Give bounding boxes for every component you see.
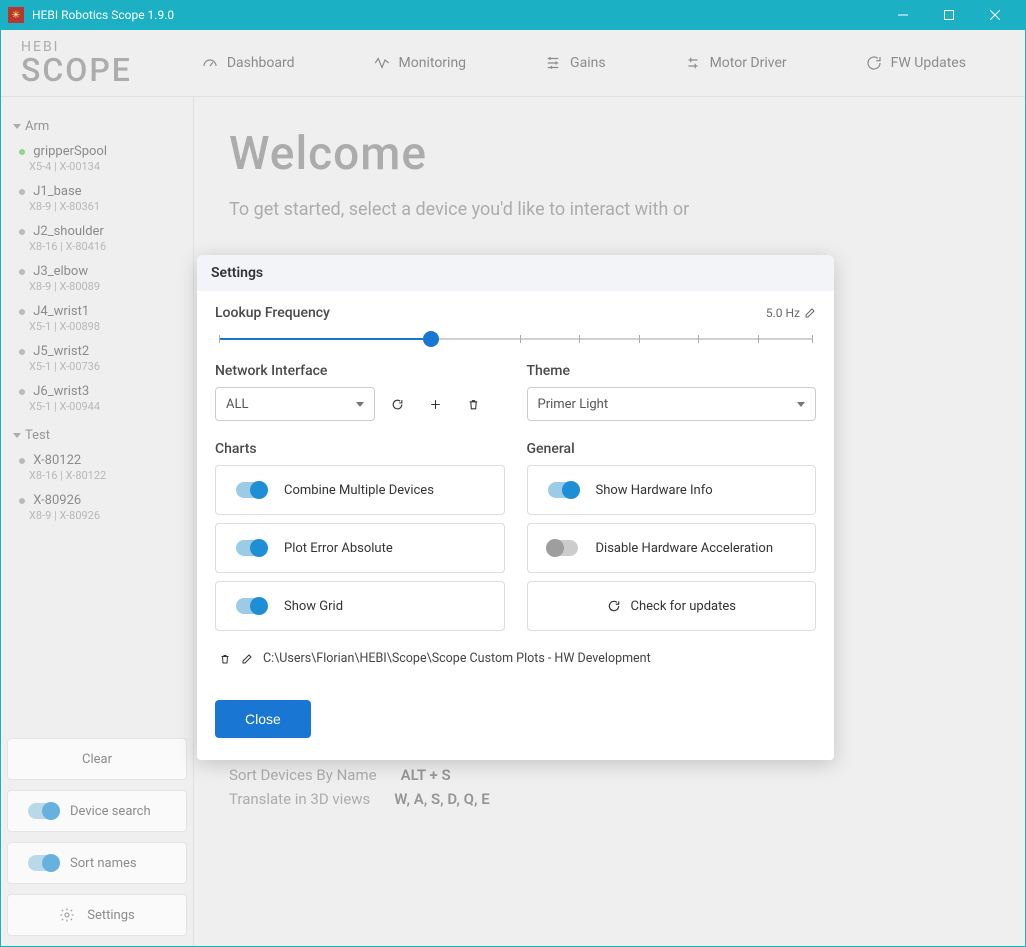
group-test[interactable]: Test: [13, 428, 183, 443]
nav-dashboard[interactable]: Dashboard: [201, 54, 295, 72]
device-item[interactable]: X-80926 X8-9 | X-80926: [19, 489, 183, 529]
refresh-icon: [865, 54, 883, 72]
delete-interface-button[interactable]: [457, 388, 489, 420]
show-grid-toggle[interactable]: Show Grid: [215, 581, 505, 631]
trash-icon[interactable]: [219, 653, 231, 665]
window-title: HEBI Robotics Scope 1.9.0: [32, 8, 880, 22]
lookup-frequency-value: 5.0 Hz: [766, 306, 800, 320]
device-item[interactable]: gripperSpool X5-4 | X-00134: [19, 140, 183, 180]
app-header: HEBI SCOPE Dashboard Monitoring Gains Mo…: [1, 30, 1025, 97]
theme-select[interactable]: Primer Light: [527, 387, 817, 421]
plot-error-absolute-toggle[interactable]: Plot Error Absolute: [215, 523, 505, 573]
device-item[interactable]: X-80122 X8-16 | X-80122: [19, 449, 183, 489]
lookup-frequency-slider[interactable]: [215, 329, 816, 349]
toggle-icon: [28, 855, 58, 871]
device-item[interactable]: J1_base X8-9 | X-80361: [19, 180, 183, 220]
lookup-frequency-section: Lookup Frequency 5.0 Hz: [215, 305, 816, 349]
device-item[interactable]: J2_shoulder X8-16 | X-80416: [19, 220, 183, 260]
sort-names-toggle[interactable]: Sort names: [7, 842, 187, 884]
device-search-toggle[interactable]: Device search: [7, 790, 187, 832]
device-sidebar: Arm gripperSpool X5-4 | X-00134 J1_base …: [1, 97, 194, 946]
window-maximize-button[interactable]: [926, 0, 972, 30]
toggle-icon: [28, 803, 58, 819]
nav-gains[interactable]: Gains: [544, 54, 606, 72]
app-icon: ✳: [8, 7, 24, 23]
window-titlebar: ✳ HEBI Robotics Scope 1.9.0: [0, 0, 1026, 30]
add-interface-button[interactable]: [419, 388, 451, 420]
group-arm[interactable]: Arm: [13, 119, 183, 134]
refresh-icon: [607, 599, 621, 613]
nav-monitoring[interactable]: Monitoring: [373, 54, 467, 72]
disable-hw-accel-toggle[interactable]: Disable Hardware Acceleration: [527, 523, 817, 573]
clear-button[interactable]: Clear: [7, 738, 187, 780]
settings-dialog: Settings Lookup Frequency 5.0 Hz: [197, 255, 834, 760]
network-interface-select[interactable]: ALL: [215, 387, 375, 421]
dialog-title: Settings: [197, 255, 834, 291]
device-item[interactable]: J6_wrist3 X5-1 | X-00944: [19, 380, 183, 420]
device-item[interactable]: J3_elbow X8-9 | X-80089: [19, 260, 183, 300]
gear-icon: [59, 907, 75, 923]
custom-plots-path-row: C:\Users\Florian\HEBI\Scope\Scope Custom…: [215, 645, 816, 672]
combine-devices-toggle[interactable]: Combine Multiple Devices: [215, 465, 505, 515]
wave-icon: [373, 54, 391, 72]
settings-button[interactable]: Settings: [7, 894, 187, 936]
nav-motor-driver[interactable]: Motor Driver: [684, 54, 787, 72]
nav-fw-updates[interactable]: FW Updates: [865, 54, 966, 72]
edit-icon[interactable]: [804, 307, 816, 319]
device-item[interactable]: J4_wrist1 X5-1 | X-00898: [19, 300, 183, 340]
window-close-button[interactable]: [972, 0, 1018, 30]
check-updates-button[interactable]: Check for updates: [527, 581, 817, 631]
shortcut-sort: Sort Devices By Name ALT + S: [229, 766, 995, 784]
sliders-icon: [544, 54, 562, 72]
custom-plots-path: C:\Users\Florian\HEBI\Scope\Scope Custom…: [263, 651, 651, 666]
close-button[interactable]: Close: [215, 700, 311, 738]
edit-icon[interactable]: [241, 653, 253, 665]
page-title: Welcome: [229, 127, 995, 181]
refresh-interface-button[interactable]: [381, 388, 413, 420]
tune-icon: [684, 54, 702, 72]
shortcut-translate: Translate in 3D views W, A, S, D, Q, E: [229, 790, 995, 808]
show-hardware-info-toggle[interactable]: Show Hardware Info: [527, 465, 817, 515]
device-item[interactable]: J5_wrist2 X5-1 | X-00736: [19, 340, 183, 380]
page-subtitle: To get started, select a device you'd li…: [229, 199, 995, 220]
window-minimize-button[interactable]: [880, 0, 926, 30]
brand-logo: HEBI SCOPE: [21, 40, 132, 86]
gauge-icon: [201, 54, 219, 72]
